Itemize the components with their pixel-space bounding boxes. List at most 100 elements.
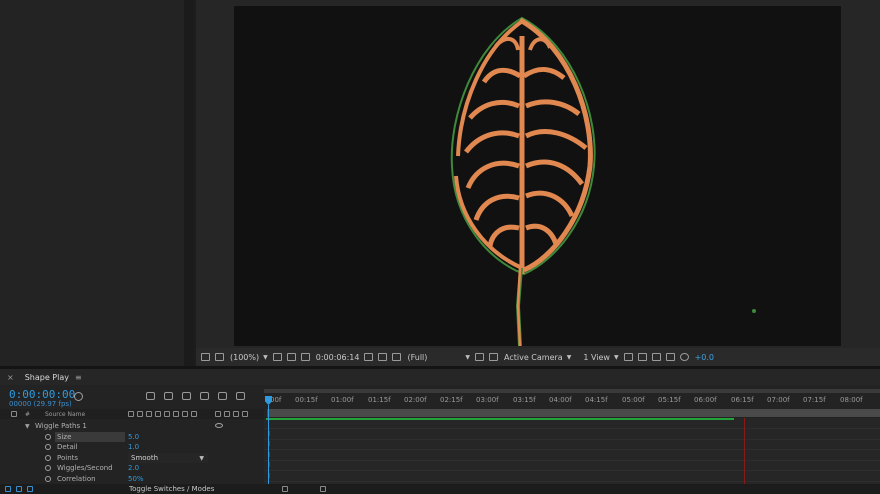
color-channels-icon[interactable]	[392, 353, 402, 361]
work-area-bar[interactable]	[267, 409, 880, 417]
resolution-value: (Full)	[407, 352, 428, 362]
close-icon[interactable]: ×	[7, 373, 14, 382]
column-number: #	[25, 410, 31, 418]
playhead-line[interactable]	[268, 405, 269, 494]
ruler-label: 04:15f	[585, 396, 608, 404]
toggle-switches-modes[interactable]: Toggle Switches / Modes	[129, 485, 214, 493]
ruler-label: 06:00f	[694, 396, 717, 404]
layer-switches-icon[interactable]	[5, 486, 11, 492]
motion-blur-icon[interactable]	[218, 392, 227, 400]
monitor-icon[interactable]	[215, 353, 224, 361]
snapshot-icon[interactable]	[300, 353, 310, 361]
twirl-down-icon[interactable]: ▼	[25, 423, 30, 430]
search-icon[interactable]	[74, 392, 83, 401]
comp-canvas[interactable]	[234, 6, 841, 346]
eye-icon[interactable]	[215, 423, 223, 428]
camera-icon[interactable]	[364, 353, 374, 361]
ruler-label: 07:15f	[803, 396, 826, 404]
exposure-value[interactable]: +0.0	[695, 353, 714, 362]
timeline-track-panel[interactable]: 00f 00:15f 01:00f 01:15f 02:00f 02:15f 0…	[264, 385, 880, 494]
tab-shape-play[interactable]: Shape Play	[25, 373, 69, 382]
stopwatch-icon[interactable]	[45, 434, 51, 440]
camera-menu[interactable]: Active Camera ▼	[504, 353, 571, 362]
track-divider	[264, 470, 880, 471]
property-row-wiggles-second[interactable]: Wiggles/Second 2.0	[0, 463, 264, 473]
show-snapshot-icon[interactable]	[378, 353, 388, 361]
quality-icon	[146, 411, 152, 417]
motion-blur-switch-icon	[173, 411, 179, 417]
graph-editor-icon[interactable]	[236, 392, 245, 400]
ruler-label: 00:15f	[295, 396, 318, 404]
property-row-detail[interactable]: Detail 1.0	[0, 442, 264, 452]
shy-layers-icon[interactable]	[182, 392, 191, 400]
group-name: Wiggle Paths 1	[35, 422, 87, 430]
chevron-down-icon: ▼	[566, 353, 572, 361]
toggle-pixel-aspect-icon[interactable]	[623, 353, 633, 361]
property-row-size[interactable]: Size 5.0	[0, 432, 264, 442]
transparency-grid-icon[interactable]	[489, 353, 499, 361]
adjustment-icon	[182, 411, 188, 417]
comp-mini-flowchart-icon[interactable]	[146, 392, 155, 400]
panel-strip	[184, 0, 194, 366]
label-icon	[11, 411, 17, 417]
viewer-timecode[interactable]: 0:00:06:14	[316, 353, 360, 362]
property-name: Correlation	[57, 475, 96, 483]
property-name: Size	[57, 433, 72, 441]
leaf-artwork	[450, 16, 756, 346]
draft-3d-icon[interactable]	[164, 392, 173, 400]
ruler-label: 04:00f	[549, 396, 572, 404]
stopwatch-icon[interactable]	[45, 455, 51, 461]
view-layout-menu[interactable]: 1 View ▼	[583, 353, 618, 362]
ruler-label: 01:15f	[368, 396, 391, 404]
property-value[interactable]: 50%	[128, 475, 144, 483]
property-row-correlation[interactable]: Correlation 50%	[0, 474, 264, 484]
chevron-down-icon: ▼	[465, 353, 471, 361]
ruler-label: 03:00f	[476, 396, 499, 404]
in-out-icon[interactable]	[27, 486, 33, 492]
time-navigator[interactable]	[264, 389, 880, 393]
shy-icon	[128, 411, 134, 417]
panel-menu-icon[interactable]: ≡	[75, 373, 82, 382]
resolution-menu[interactable]: (Full) ▼	[407, 353, 470, 362]
chevron-down-icon: ▼	[263, 353, 268, 361]
property-name: Points	[57, 454, 79, 462]
points-dropdown[interactable]: Smooth ▼	[128, 453, 208, 463]
property-row-points[interactable]: Points Smooth ▼	[0, 453, 264, 463]
timeline-icon[interactable]	[651, 353, 661, 361]
zoom-menu[interactable]: (100%) ▼	[230, 353, 268, 362]
grid-icon[interactable]	[272, 353, 282, 361]
reset-exposure-icon[interactable]	[679, 353, 689, 361]
zoom-in-icon[interactable]	[320, 486, 326, 492]
ruler-label: 08:00f	[840, 396, 863, 404]
transfer-controls-icon[interactable]	[16, 486, 22, 492]
ruler-label: 01:00f	[331, 396, 354, 404]
collapse-icon	[137, 411, 143, 417]
property-name: Wiggles/Second	[57, 464, 113, 472]
fast-draft-icon[interactable]	[637, 353, 647, 361]
layer-duration-bar[interactable]	[266, 418, 734, 420]
column-source-name[interactable]: Source Name	[45, 411, 85, 418]
ruler-label: 05:00f	[622, 396, 645, 404]
property-value[interactable]: 1.0	[128, 443, 139, 451]
column-header: # Source Name	[0, 409, 264, 419]
property-value[interactable]: 2.0	[128, 464, 139, 472]
fast-previews-icon[interactable]	[475, 353, 485, 361]
track-area[interactable]: I I I I I	[264, 418, 880, 494]
always-preview-icon[interactable]	[201, 353, 210, 361]
timeline-tab-bar: × Shape Play ≡	[0, 369, 880, 385]
ruler-label: 06:15f	[731, 396, 754, 404]
comp-flowchart-icon[interactable]	[665, 353, 675, 361]
region-of-interest-icon[interactable]	[286, 353, 296, 361]
property-value[interactable]: 5.0	[128, 433, 139, 441]
composition-viewer[interactable]: (100%) ▼ 0:00:06:14 (Full) ▼ Active Camera…	[196, 0, 880, 366]
stopwatch-icon[interactable]	[45, 476, 51, 482]
frame-blending-icon[interactable]	[200, 392, 209, 400]
stopwatch-icon[interactable]	[45, 465, 51, 471]
zoom-out-icon[interactable]	[282, 486, 288, 492]
viewer-toolbar: (100%) ▼ 0:00:06:14 (Full) ▼ Active Camera…	[196, 348, 880, 366]
fx-icon	[155, 411, 161, 417]
wiggle-paths-group-row[interactable]: ▼ Wiggle Paths 1	[0, 421, 264, 431]
time-ruler[interactable]: 00f 00:15f 01:00f 01:15f 02:00f 02:15f 0…	[264, 394, 880, 408]
stopwatch-icon[interactable]	[45, 444, 51, 450]
ruler-label: 02:15f	[440, 396, 463, 404]
